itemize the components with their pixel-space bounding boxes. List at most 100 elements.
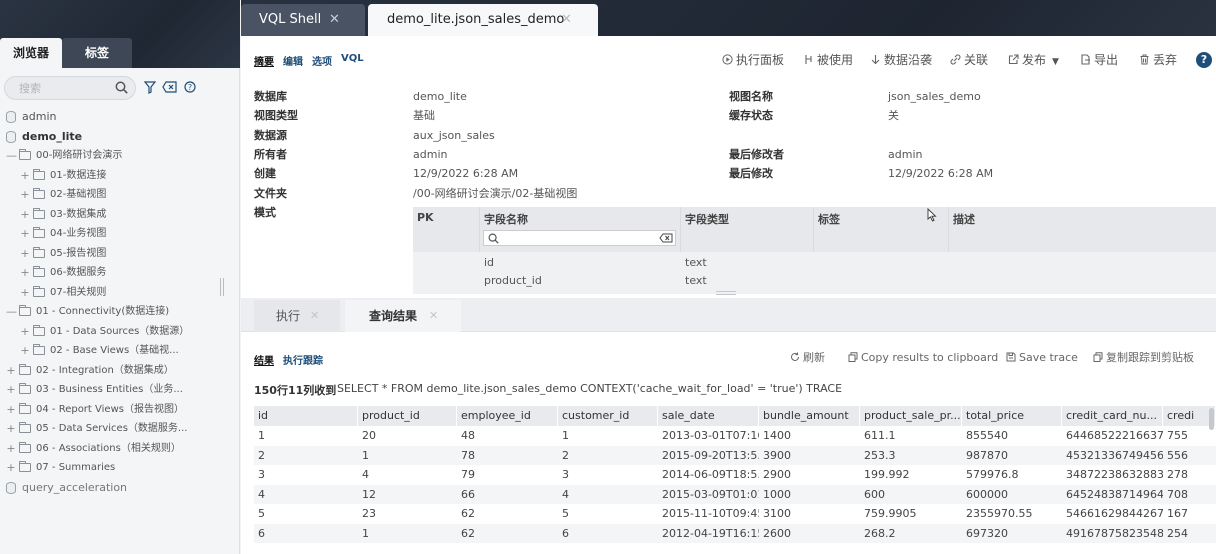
- results-column-header[interactable]: total_price: [962, 406, 1062, 426]
- collapse-icon[interactable]: —: [6, 303, 17, 321]
- table-row[interactable]: 4 12 66 4 2015-03-09T01:01... 1000 600 600000 64…: [254, 484, 1216, 504]
- collapse-icon[interactable]: —: [6, 147, 17, 165]
- expand-icon[interactable]: +: [20, 206, 30, 224]
- tab-tags[interactable]: 标签: [62, 38, 132, 68]
- panel-splitter-handle[interactable]: [220, 278, 224, 296]
- help-icon[interactable]: ?: [1196, 52, 1212, 68]
- tree-folder-item[interactable]: +01 - Data Sources（数据源）: [0, 323, 220, 341]
- tree-folder-item[interactable]: +02 - Base Views（基础视...: [0, 342, 220, 360]
- discard-button[interactable]: 丢弃: [1139, 51, 1177, 69]
- schema-col-description[interactable]: 描述: [953, 211, 975, 227]
- subtab-vql[interactable]: VQL: [341, 53, 364, 64]
- used-by-button[interactable]: 被使用: [803, 51, 853, 69]
- export-button[interactable]: 导出: [1080, 51, 1118, 69]
- expand-icon[interactable]: +: [20, 264, 30, 282]
- execution-panel-button[interactable]: 执行面板: [722, 51, 784, 69]
- filter-icon[interactable]: [144, 81, 156, 94]
- tree-folder-item[interactable]: +02-基础视图: [0, 186, 220, 204]
- table-row[interactable]: 2 1 78 2 2015-09-20T13:5... 3900 253.3 987870 45…: [254, 445, 1216, 465]
- tree-folder-item[interactable]: +02 - Integration（数据集成）: [0, 362, 220, 380]
- tab-execute[interactable]: 执行 ✕: [254, 300, 340, 332]
- tree-database-item[interactable]: demo_lite: [0, 128, 220, 146]
- help-circle-icon[interactable]: ?: [184, 81, 196, 93]
- close-icon[interactable]: ✕: [561, 4, 572, 36]
- expand-icon[interactable]: +: [20, 284, 30, 302]
- expand-icon[interactable]: +: [20, 186, 30, 204]
- tree-folder-item[interactable]: +05 - Data Services（数据服务...: [0, 420, 220, 438]
- expand-icon[interactable]: +: [6, 459, 16, 477]
- tree-folder-item[interactable]: +06 - Associations（相关规则）: [0, 440, 220, 458]
- data-lineage-button[interactable]: 数据沿袭: [870, 51, 932, 69]
- results-column-header[interactable]: product_id: [358, 406, 457, 426]
- tree-folder-item[interactable]: +01-数据连接: [0, 167, 220, 185]
- tree-folder-item[interactable]: +06-数据服务: [0, 264, 220, 282]
- tab-browser[interactable]: 浏览器: [0, 38, 62, 68]
- expand-icon[interactable]: +: [20, 167, 30, 185]
- tree-folder-item[interactable]: +07-相关规则: [0, 284, 220, 302]
- refresh-button[interactable]: 刷新: [790, 350, 825, 366]
- subtab-edit[interactable]: 编辑: [283, 53, 303, 68]
- tree-folder-item[interactable]: +04-业务视图: [0, 225, 220, 243]
- search-input[interactable]: [5, 77, 113, 99]
- tree-folder-item[interactable]: +04 - Report Views（报告视图）: [0, 401, 220, 419]
- results-column-header[interactable]: sale_date: [658, 406, 759, 426]
- table-row[interactable]: 1 20 48 1 2013-03-01T07:16... 1400 611.1 855540…: [254, 426, 1216, 446]
- subtab-execution-trace[interactable]: 执行跟踪: [283, 352, 323, 367]
- tree-folder-item[interactable]: +03-数据集成: [0, 206, 220, 224]
- tab-vql-shell[interactable]: VQL Shell ✕: [241, 4, 365, 36]
- associations-button[interactable]: 关联: [950, 51, 988, 69]
- expand-icon[interactable]: +: [6, 362, 16, 380]
- schema-col-field-type[interactable]: 字段类型: [685, 211, 729, 227]
- results-column-header[interactable]: id: [254, 406, 358, 426]
- clear-icon[interactable]: [659, 233, 673, 243]
- close-icon[interactable]: ✕: [429, 300, 438, 332]
- table-row[interactable]: 3 4 79 3 2014-06-09T18:5... 2900 199.992 579976…: [254, 465, 1216, 485]
- tab-json-sales-demo[interactable]: demo_lite.json_sales_demo ✕: [368, 4, 598, 36]
- table-row[interactable]: 5 23 62 5 2015-11-10T09:45:... 3100 759.9905 23…: [254, 504, 1216, 524]
- subtab-summary[interactable]: 摘要: [254, 53, 274, 68]
- publish-button[interactable]: 发布 ▼: [1008, 51, 1059, 69]
- schema-col-field-name[interactable]: 字段名称: [484, 211, 528, 227]
- tree-folder-item[interactable]: +07 - Summaries: [0, 459, 220, 477]
- expand-icon[interactable]: +: [6, 401, 16, 419]
- subtab-options[interactable]: 选项: [312, 53, 332, 68]
- expand-icon[interactable]: +: [20, 342, 30, 360]
- tree-database-item[interactable]: admin: [0, 108, 220, 126]
- schema-field-name[interactable]: product_id: [484, 271, 542, 290]
- table-cell: 759.9905: [864, 507, 917, 520]
- tree-folder-item[interactable]: — 00-网络研讨会演示: [0, 147, 220, 165]
- toolbar-label: 复制跟踪到剪贴板: [1106, 351, 1194, 364]
- subtab-results[interactable]: 结果: [254, 352, 274, 367]
- search-icon[interactable]: [115, 81, 128, 94]
- results-column-header[interactable]: bundle_amount: [759, 406, 860, 426]
- results-column-header[interactable]: employee_id: [457, 406, 558, 426]
- expand-icon[interactable]: +: [6, 440, 16, 458]
- tab-query-results[interactable]: 查询结果 ✕: [345, 300, 461, 332]
- field-name-filter-input[interactable]: [483, 230, 676, 246]
- copy-results-button[interactable]: Copy results to clipboard: [848, 350, 998, 366]
- vertical-scrollbar[interactable]: [1209, 408, 1214, 430]
- close-icon[interactable]: ✕: [310, 300, 319, 332]
- schema-field-name[interactable]: id: [484, 253, 494, 272]
- tree-folder-item[interactable]: — 01 - Connectivity(数据连接): [0, 303, 220, 321]
- clear-filter-icon[interactable]: [162, 81, 177, 93]
- copy-trace-button[interactable]: 复制跟踪到剪贴板: [1093, 350, 1194, 366]
- results-column-header[interactable]: customer_id: [558, 406, 658, 426]
- tree-database-item[interactable]: query_acceleration: [0, 479, 220, 497]
- tree-folder-item[interactable]: +05-报告视图: [0, 245, 220, 263]
- save-trace-button[interactable]: Save trace: [1006, 350, 1078, 366]
- tree-folder-item[interactable]: +03 - Business Entities（业务...: [0, 381, 220, 399]
- close-icon[interactable]: ✕: [329, 4, 340, 36]
- results-column-header[interactable]: credit_card_nu...: [1062, 406, 1163, 426]
- schema-col-tags[interactable]: 标签: [818, 211, 840, 227]
- results-column-header[interactable]: product_sale_pr...: [860, 406, 962, 426]
- expand-icon[interactable]: +: [20, 245, 30, 263]
- table-row[interactable]: 6 1 62 6 2012-04-19T16:15:... 2600 268.2 697320…: [254, 523, 1216, 543]
- expand-icon[interactable]: +: [20, 225, 30, 243]
- expand-icon[interactable]: +: [20, 323, 30, 341]
- expand-icon[interactable]: +: [6, 420, 16, 438]
- property-value: aux_json_sales: [413, 128, 495, 142]
- schema-col-pk[interactable]: PK: [417, 211, 434, 224]
- expand-icon[interactable]: +: [6, 381, 16, 399]
- resize-handle[interactable]: [716, 291, 736, 295]
